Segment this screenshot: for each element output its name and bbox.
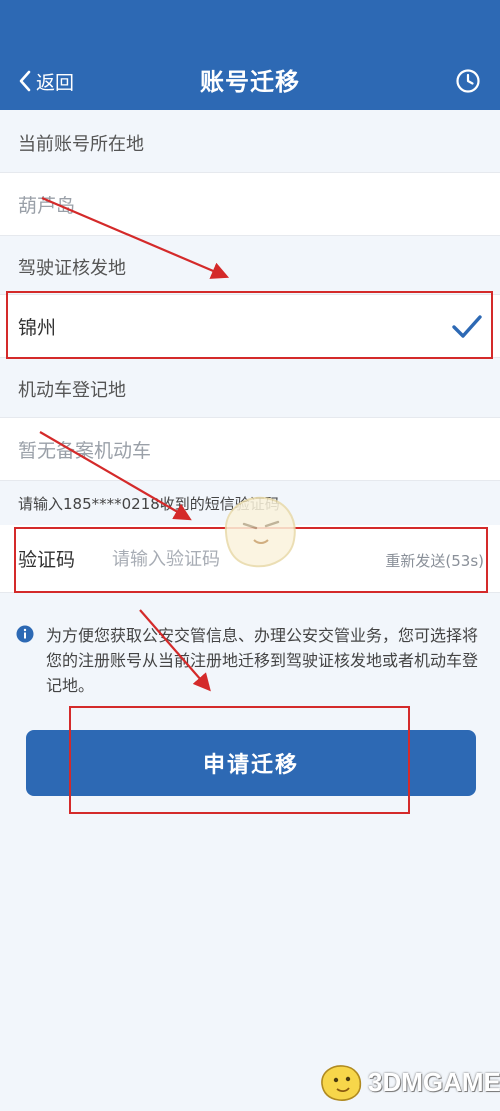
verification-label: 验证码 <box>18 549 76 571</box>
app-header: 返回 账号迁移 <box>0 0 500 110</box>
current-location-row: 葫芦岛 <box>0 172 500 236</box>
watermark-text: 3DMGAME <box>368 1066 500 1097</box>
page-title: 账号迁移 <box>200 68 300 96</box>
current-location-value: 葫芦岛 <box>18 195 76 217</box>
mascot-logo-icon <box>321 1065 362 1101</box>
current-location-label: 当前账号所在地 <box>18 134 144 155</box>
license-place-label: 驾驶证核发地 <box>18 258 126 279</box>
vehicle-place-label: 机动车登记地 <box>18 380 126 401</box>
resend-button[interactable]: 重新发送(53s) <box>385 550 484 571</box>
license-place-option[interactable]: 锦州 <box>0 294 500 358</box>
mascot-watermark-icon <box>224 496 296 568</box>
info-icon <box>16 625 34 643</box>
clock-icon[interactable] <box>455 68 481 94</box>
vehicle-place-value: 暂无备案机动车 <box>18 440 152 462</box>
license-place-value: 锦州 <box>18 317 57 339</box>
vehicle-place-option[interactable]: 暂无备案机动车 <box>0 417 500 481</box>
checkmark-icon <box>452 315 482 338</box>
site-watermark: 3DMGAME <box>318 1060 500 1104</box>
apply-migration-button[interactable]: 申请迁移 <box>26 730 476 796</box>
info-text: 为方便您获取公安交管信息、办理公安交管业务，您可选择将您的注册账号从当前注册地迁… <box>46 626 479 695</box>
